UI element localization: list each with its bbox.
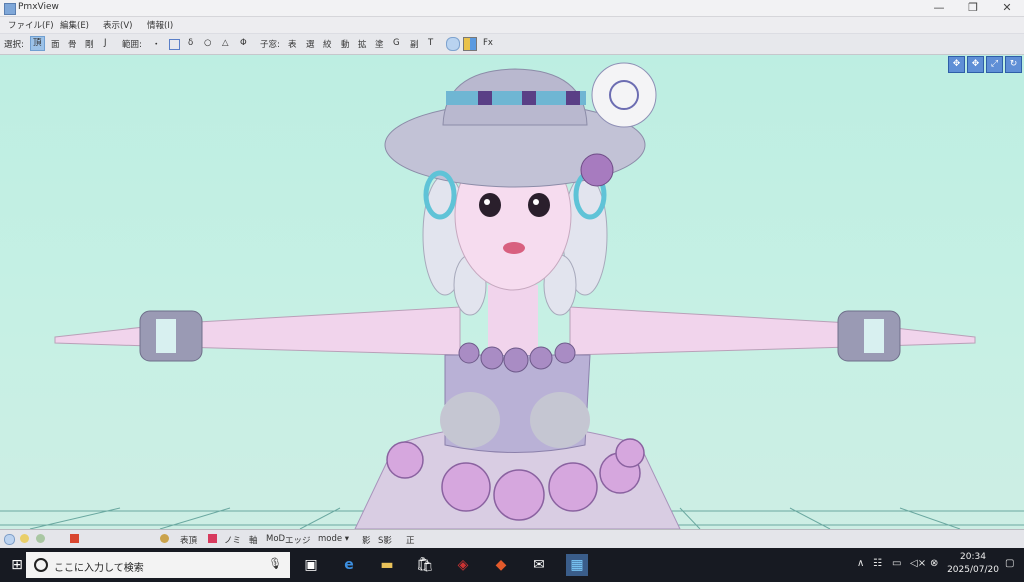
mode-dropdown[interactable]: mode ▾ xyxy=(318,534,349,544)
bone-icon[interactable] xyxy=(160,534,169,543)
child-t-button[interactable]: T xyxy=(428,38,433,48)
app-icon xyxy=(4,3,16,15)
restore-button[interactable]: ❐ xyxy=(956,0,990,16)
front-view-button[interactable]: 正 xyxy=(406,534,415,546)
file-explorer-icon[interactable]: ▬ xyxy=(376,554,398,576)
volume-icon[interactable]: ◁× xyxy=(910,558,926,569)
menu-file[interactable]: ファイル(F) xyxy=(8,19,54,31)
select-label: 選択: xyxy=(4,40,24,50)
mail-icon[interactable]: ✉ xyxy=(528,554,550,576)
minimize-button[interactable]: — xyxy=(922,0,956,16)
app-orange-icon[interactable]: ◆ xyxy=(490,554,512,576)
toolbar: 選択: 頂 面 骨 剛 J 範囲: ・ δ ○ △ Φ 子窓: 表 選 絞 動 … xyxy=(0,34,1024,55)
edge-button[interactable]: エッジ xyxy=(285,534,311,546)
menu-bar: ファイル(F) 編集(E) 表示(V) 情報(I) xyxy=(0,17,1024,33)
select-rigid-button[interactable]: 剛 xyxy=(85,38,94,50)
view-nav-buttons: ✥ ✥ ⤢ ↻ xyxy=(948,56,1022,73)
self-shadow-button[interactable]: S影 xyxy=(378,534,392,546)
mouth xyxy=(503,242,525,254)
right-eye xyxy=(528,193,550,217)
material-icon[interactable] xyxy=(36,534,45,543)
notification-icon[interactable]: ▢ xyxy=(1005,558,1014,569)
range-point-button[interactable]: ・ xyxy=(152,38,161,50)
mod-button[interactable]: MoD xyxy=(266,534,285,544)
shadow-button[interactable]: 影 xyxy=(362,534,371,546)
close-button[interactable]: ✕ xyxy=(990,0,1024,16)
zoom-icon[interactable]: ⤢ xyxy=(986,56,1003,73)
child-filter-button[interactable]: 絞 xyxy=(323,38,332,50)
menu-edit[interactable]: 編集(E) xyxy=(60,19,89,31)
pmxview-taskbar-icon[interactable]: ▦ xyxy=(566,554,588,576)
model-viewport[interactable]: ✥ ✥ ⤢ ↻ xyxy=(0,55,1024,529)
view-mode-icon[interactable] xyxy=(4,534,15,545)
window-title: PmxView xyxy=(18,2,59,12)
select-face-button[interactable]: 面 xyxy=(51,38,60,50)
child-scale-button[interactable]: 拡 xyxy=(358,38,367,50)
axis-button[interactable]: 軸 xyxy=(249,534,258,546)
warning-icon[interactable] xyxy=(70,534,79,543)
right-cuff-band xyxy=(864,319,884,353)
child-window-label: 子窓: xyxy=(260,40,280,50)
menu-view[interactable]: 表示(V) xyxy=(103,19,132,31)
left-eye xyxy=(479,193,501,217)
light-icon[interactable] xyxy=(20,534,29,543)
child-sub-button[interactable]: 副 xyxy=(410,38,419,50)
child-select-button[interactable]: 選 xyxy=(306,38,315,50)
normal-button[interactable]: ノミ xyxy=(224,534,241,546)
select-bone-button[interactable]: 骨 xyxy=(68,38,77,50)
grid-icon[interactable] xyxy=(463,37,477,51)
color-swatch-icon[interactable] xyxy=(208,534,217,543)
model-render xyxy=(0,62,1024,529)
view-bottom-bar: 表頂 ノミ 軸 MoD エッジ mode ▾ 影 S影 正 xyxy=(0,529,1024,548)
edge-browser-icon[interactable]: e xyxy=(338,554,360,576)
child-group-button[interactable]: G xyxy=(393,38,400,48)
taskbar: ⊞ ここに入力して検索 🎙 ▣ e ▬ 🛍 ◈ ◆ ✉ ▦ ∧ ☷ ▭ ◁× ⊗… xyxy=(0,548,1024,582)
pan-icon[interactable]: ✥ xyxy=(948,56,965,73)
network-icon[interactable]: ☷ xyxy=(873,558,882,569)
range-delta-button[interactable]: δ xyxy=(188,38,193,48)
hat-band xyxy=(446,91,586,105)
chest-right xyxy=(530,392,590,448)
rotate-icon[interactable]: ↻ xyxy=(1005,56,1022,73)
store-icon[interactable]: 🛍 xyxy=(414,554,436,576)
pick-target-icon[interactable] xyxy=(446,37,460,51)
taskbar-search[interactable]: ここに入力して検索 🎙 xyxy=(26,552,290,578)
fx-button[interactable]: Fx xyxy=(483,38,493,48)
range-phi-button[interactable]: Φ xyxy=(240,38,247,48)
display-vertex-button[interactable]: 表頂 xyxy=(180,534,197,546)
range-box-icon[interactable] xyxy=(169,39,180,50)
right-arm xyxy=(569,306,976,356)
taskbar-clock[interactable]: 20:34 2025/07/20 xyxy=(943,551,1003,577)
tray-chevron-icon[interactable]: ∧ xyxy=(857,558,864,569)
range-circle-button[interactable]: ○ xyxy=(204,38,211,48)
child-paint-button[interactable]: 塗 xyxy=(375,38,384,50)
select-vertex-button[interactable]: 頂 xyxy=(30,36,45,51)
hat-flower xyxy=(591,62,657,128)
window-titlebar: PmxView — ❐ ✕ xyxy=(0,0,1024,17)
left-cuff-band xyxy=(156,319,176,353)
chest-left xyxy=(440,392,500,448)
close-circle-icon[interactable]: ⊗ xyxy=(930,558,938,569)
select-joint-button[interactable]: J xyxy=(104,38,107,48)
range-triangle-button[interactable]: △ xyxy=(222,38,229,48)
clock-date: 2025/07/20 xyxy=(947,565,999,575)
child-table-button[interactable]: 表 xyxy=(288,38,297,50)
cortana-icon xyxy=(34,558,48,572)
clock-time: 20:34 xyxy=(960,552,986,562)
range-label: 範囲: xyxy=(122,40,142,50)
child-move-button[interactable]: 動 xyxy=(341,38,350,50)
battery-icon[interactable]: ▭ xyxy=(892,558,901,569)
menu-info[interactable]: 情報(I) xyxy=(147,19,173,31)
hair-rose xyxy=(580,153,614,187)
mcafee-icon[interactable]: ◈ xyxy=(452,554,474,576)
task-view-icon[interactable]: ▣ xyxy=(300,554,322,576)
neck xyxy=(488,285,538,355)
left-arm xyxy=(54,306,461,356)
microphone-icon[interactable]: 🎙 xyxy=(268,557,282,570)
search-placeholder: ここに入力して検索 xyxy=(54,563,144,574)
move-icon[interactable]: ✥ xyxy=(967,56,984,73)
